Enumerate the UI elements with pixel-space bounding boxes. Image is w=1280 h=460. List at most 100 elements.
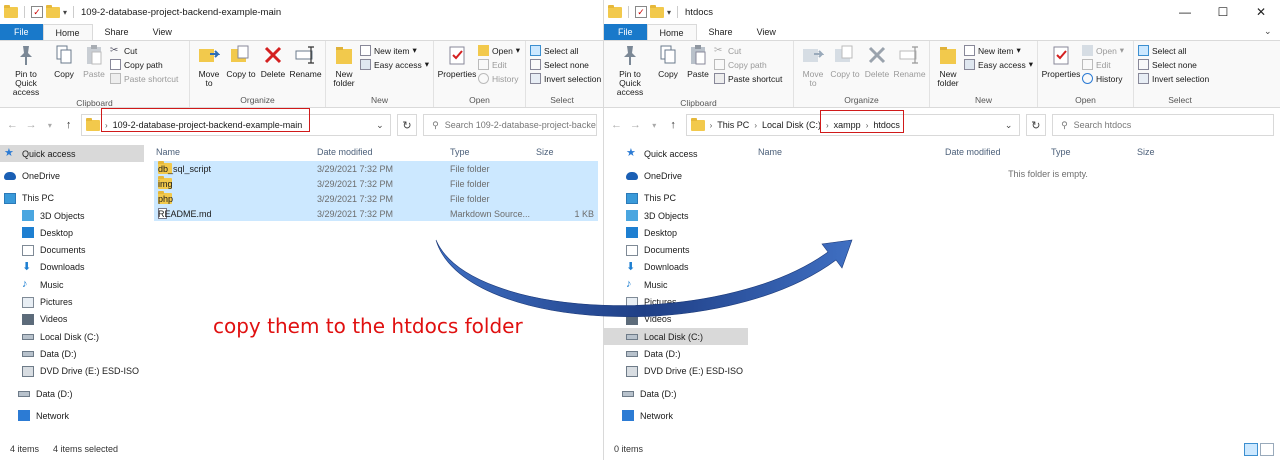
select-none-button[interactable]: Select none <box>1138 59 1209 70</box>
nav-downloads[interactable]: ⬇ Downloads <box>604 259 748 276</box>
file-row[interactable]: img 3/29/2021 7:32 PM File folder <box>154 176 598 191</box>
new-folder-button[interactable]: New folder <box>330 43 358 94</box>
select-all-button[interactable]: Select all <box>530 45 601 56</box>
copy-button[interactable]: Copy <box>654 43 682 97</box>
address-dropdown-icon[interactable]: ⌄ <box>999 120 1019 131</box>
nav-this-pc[interactable]: This PC <box>604 190 748 207</box>
copy-to-button[interactable]: Copy to <box>226 43 256 94</box>
nav-data-d[interactable]: Data (D:) <box>604 345 748 362</box>
nav-documents[interactable]: Documents <box>0 241 144 258</box>
nav-3d-objects[interactable]: 3D Objects <box>0 207 144 224</box>
search-box[interactable]: ⚲ Search htdocs <box>1052 114 1275 136</box>
search-placeholder[interactable]: Search htdocs <box>1074 120 1132 130</box>
tab-home[interactable]: Home <box>646 24 697 40</box>
nav-desktop[interactable]: Desktop <box>604 224 748 241</box>
nav-quick-access[interactable]: ★ Quick access <box>604 145 748 162</box>
nav-videos[interactable]: Videos <box>0 311 144 328</box>
address-dropdown-icon[interactable]: ⌄ <box>370 120 390 131</box>
nav-videos[interactable]: Videos <box>604 311 748 328</box>
file-row[interactable]: php 3/29/2021 7:32 PM File folder <box>154 191 598 206</box>
nav-pictures[interactable]: Pictures <box>0 293 144 310</box>
recent-chevron-icon[interactable]: ▾ <box>43 121 56 130</box>
nav-3d-objects[interactable]: 3D Objects <box>604 207 748 224</box>
nav-local-disk-c[interactable]: Local Disk (C:) <box>604 327 748 346</box>
file-name[interactable]: db_sql_script <box>158 164 211 174</box>
properties-button[interactable]: Properties <box>438 43 476 94</box>
breadcrumb-this-pc[interactable]: This PC <box>717 120 749 130</box>
new-item-button[interactable]: New item ▾ <box>964 45 1033 56</box>
cut-button[interactable]: ✂ Cut <box>714 45 782 56</box>
close-icon[interactable]: ✕ <box>1242 5 1280 19</box>
copy-to-button[interactable]: Copy to <box>830 43 860 94</box>
column-size[interactable]: Size <box>536 147 554 157</box>
nav-data-d[interactable]: Data (D:) <box>0 345 144 362</box>
file-name[interactable]: php <box>158 194 173 204</box>
nav-quick-access[interactable]: ★ Quick access <box>0 145 144 163</box>
copy-button[interactable]: Copy <box>50 43 78 97</box>
tab-view[interactable]: View <box>141 24 184 40</box>
move-to-button[interactable]: Move to <box>798 43 828 94</box>
pin-quick-access-button[interactable]: Pin to Quick access <box>4 43 48 97</box>
forward-arrow-icon[interactable]: → <box>629 119 642 131</box>
copy-path-button[interactable]: Copy path <box>110 59 178 70</box>
refresh-button[interactable]: ↻ <box>1025 114 1047 136</box>
paste-shortcut-button[interactable]: Paste shortcut <box>110 73 178 84</box>
nav-data-d-root[interactable]: Data (D:) <box>604 385 748 402</box>
delete-button[interactable]: Delete <box>862 43 892 94</box>
column-date-modified[interactable]: Date modified <box>317 147 373 157</box>
history-button[interactable]: History <box>1082 73 1124 84</box>
nav-local-disk-c[interactable]: Local Disk (C:) <box>0 328 144 345</box>
nav-dvd-drive[interactable]: DVD Drive (E:) ESD-ISO <box>604 363 748 380</box>
breadcrumb-local-disk[interactable]: Local Disk (C:) <box>762 120 821 130</box>
history-button[interactable]: History <box>478 73 520 84</box>
expand-ribbon-chevron-icon[interactable]: ⌄ <box>1264 24 1280 38</box>
up-arrow-icon[interactable]: ↑ <box>62 119 75 131</box>
tab-share[interactable]: Share <box>697 24 745 40</box>
properties-check-icon[interactable]: ✓ <box>635 6 647 18</box>
qat-dropdown-icon[interactable]: ▾ <box>63 8 67 17</box>
nav-music[interactable]: ♪ Music <box>604 276 748 293</box>
pin-quick-access-button[interactable]: Pin to Quick access <box>608 43 652 97</box>
edit-button[interactable]: Edit <box>1082 59 1124 70</box>
file-row[interactable]: README.md 3/29/2021 7:32 PM Markdown Sourc… <box>154 206 598 221</box>
new-folder-qat-icon[interactable] <box>46 4 60 18</box>
tab-file[interactable]: File <box>0 24 43 40</box>
recent-chevron-icon[interactable]: ▾ <box>648 121 661 130</box>
new-folder-qat-icon[interactable] <box>650 4 664 18</box>
select-all-button[interactable]: Select all <box>1138 45 1209 56</box>
back-arrow-icon[interactable]: ← <box>6 119 19 131</box>
chevron-right-icon[interactable]: › <box>754 121 757 130</box>
forward-arrow-icon[interactable]: → <box>25 119 38 131</box>
tab-view[interactable]: View <box>745 24 788 40</box>
tab-file[interactable]: File <box>604 24 647 40</box>
paste-button[interactable]: Paste <box>684 43 712 97</box>
maximize-icon[interactable]: ☐ <box>1204 5 1242 19</box>
select-none-button[interactable]: Select none <box>530 59 601 70</box>
tab-share[interactable]: Share <box>93 24 141 40</box>
large-icons-view-icon[interactable] <box>1260 443 1274 456</box>
properties-button[interactable]: Properties <box>1042 43 1080 94</box>
nav-network[interactable]: Network <box>0 407 144 424</box>
cut-button[interactable]: ✂ Cut <box>110 45 178 56</box>
column-type[interactable]: Type <box>1051 147 1071 157</box>
easy-access-button[interactable]: Easy access ▾ <box>360 59 429 70</box>
new-folder-button[interactable]: New folder <box>934 43 962 94</box>
file-name[interactable]: README.md <box>158 209 212 219</box>
open-button[interactable]: Open ▾ <box>1082 45 1124 56</box>
tab-home[interactable]: Home <box>42 24 93 40</box>
file-name[interactable]: img <box>158 179 173 189</box>
file-row[interactable]: db_sql_script 3/29/2021 7:32 PM File folde… <box>154 161 598 176</box>
nav-onedrive[interactable]: OneDrive <box>0 167 144 184</box>
column-name[interactable]: Name <box>758 147 782 157</box>
invert-selection-button[interactable]: Invert selection <box>1138 73 1209 84</box>
minimize-icon[interactable]: — <box>1166 5 1204 19</box>
rename-button[interactable]: Rename <box>893 43 926 94</box>
search-box[interactable]: ⚲ Search 109-2-database-project-backend-… <box>423 114 597 136</box>
rename-button[interactable]: Rename <box>289 43 322 94</box>
open-button[interactable]: Open ▾ <box>478 45 520 56</box>
new-item-button[interactable]: New item ▾ <box>360 45 429 56</box>
edit-button[interactable]: Edit <box>478 59 520 70</box>
back-arrow-icon[interactable]: ← <box>610 119 623 131</box>
nav-music[interactable]: ♪ Music <box>0 276 144 293</box>
nav-desktop[interactable]: Desktop <box>0 224 144 241</box>
